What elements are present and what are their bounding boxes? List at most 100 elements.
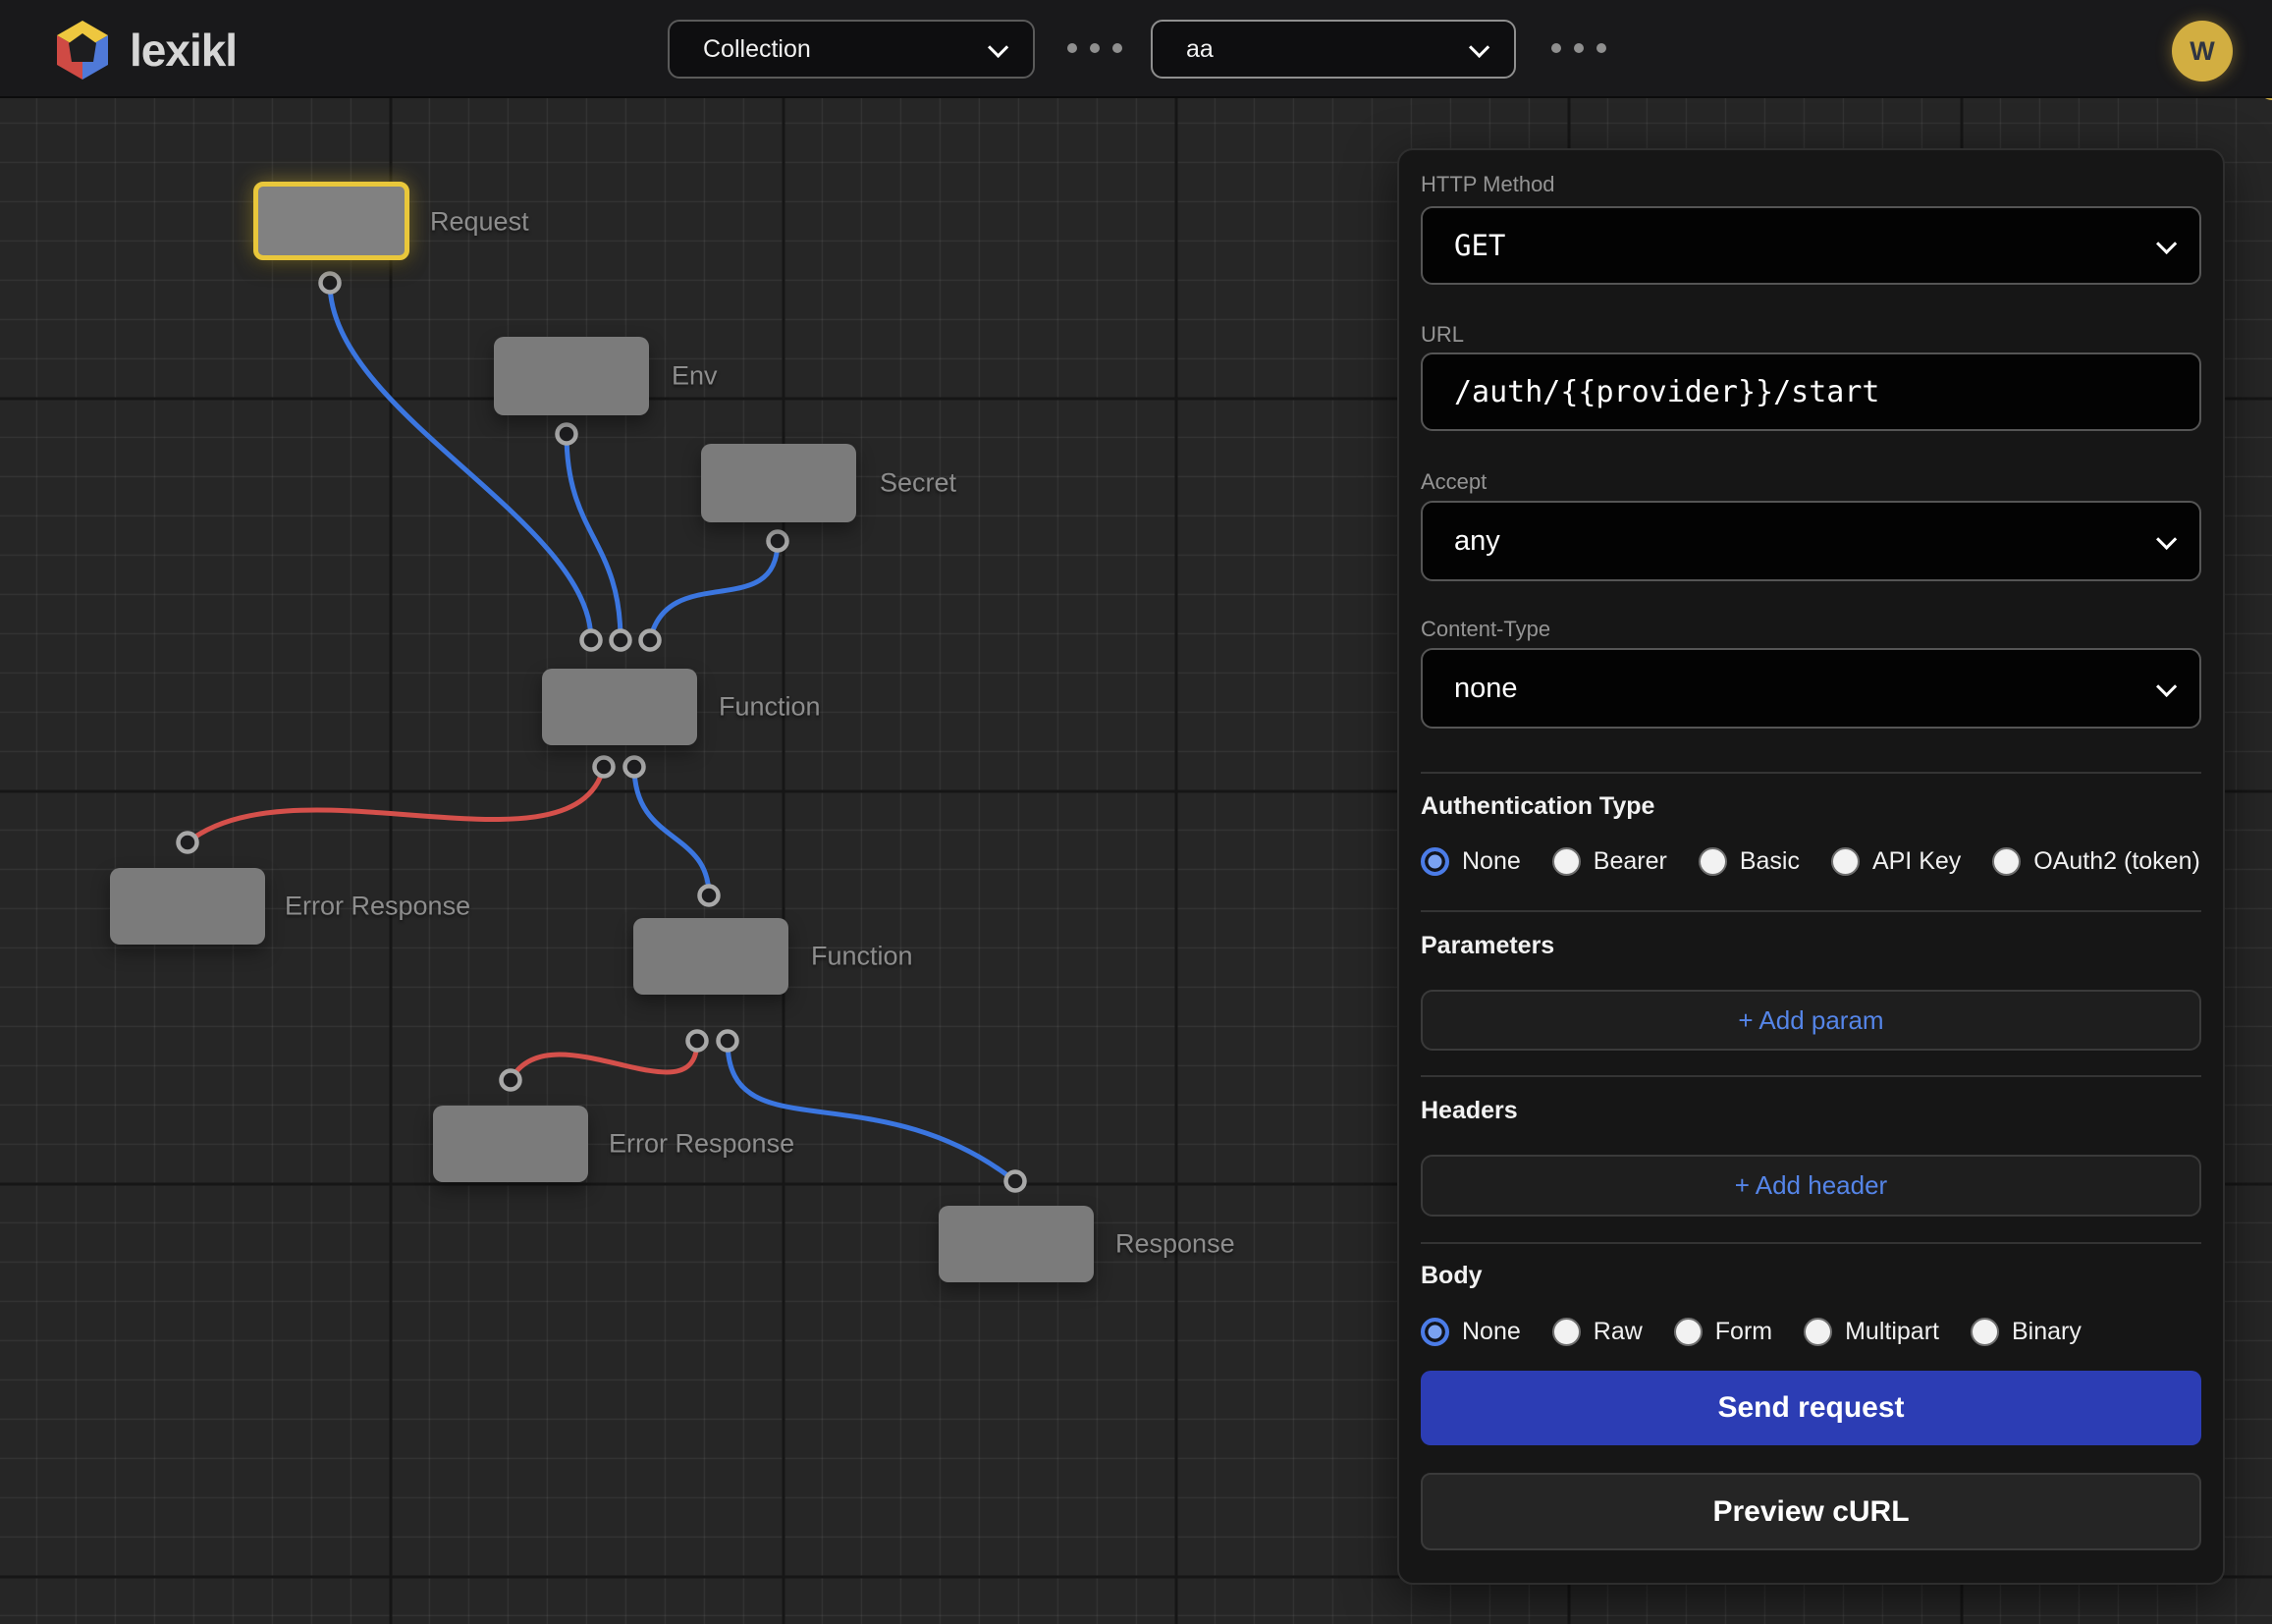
collection-dropdown-value: Collection xyxy=(703,35,811,64)
node-label-function2: Function xyxy=(811,942,913,972)
body-radio-raw[interactable]: Raw xyxy=(1552,1318,1643,1346)
connection-port[interactable] xyxy=(719,1032,737,1051)
url-input[interactable]: /auth/{{provider}}/start xyxy=(1421,352,2201,431)
user-avatar[interactable]: W xyxy=(2172,21,2233,81)
body-radio-label: Raw xyxy=(1594,1318,1643,1346)
connection-port[interactable] xyxy=(1006,1172,1025,1191)
preview-curl-button[interactable]: Preview cURL xyxy=(1421,1473,2201,1550)
auth-radio-basic[interactable]: Basic xyxy=(1699,847,1800,876)
send-request-button[interactable]: Send request xyxy=(1421,1371,2201,1445)
collection-overflow-menu-button[interactable] xyxy=(1067,43,1122,53)
node-label-response: Response xyxy=(1115,1229,1235,1260)
radio-icon xyxy=(1421,1318,1449,1346)
edge-curve xyxy=(634,767,709,895)
url-value: /auth/{{provider}}/start xyxy=(1454,375,1879,409)
body-radio-label: Multipart xyxy=(1845,1318,1939,1346)
connection-port[interactable] xyxy=(641,631,660,650)
connection-port[interactable] xyxy=(700,887,719,905)
auth-radio-bearer[interactable]: Bearer xyxy=(1552,847,1667,876)
radio-icon xyxy=(1992,847,2021,876)
chevron-down-icon xyxy=(2156,676,2177,696)
auth-radio-none[interactable]: None xyxy=(1421,847,1521,876)
connection-port[interactable] xyxy=(558,425,576,444)
http-method-select[interactable]: GET xyxy=(1421,206,2201,285)
node-label-error2: Error Response xyxy=(609,1129,794,1160)
radio-icon xyxy=(1552,847,1581,876)
auth-radio-api-key[interactable]: API Key xyxy=(1831,847,1961,876)
body-label: Body xyxy=(1421,1262,2201,1290)
connection-port[interactable] xyxy=(179,834,197,852)
node-error1[interactable] xyxy=(110,868,265,945)
auth-radio-label: Basic xyxy=(1740,847,1800,876)
auth-radio-label: None xyxy=(1462,847,1521,876)
body-radio-form[interactable]: Form xyxy=(1674,1318,1772,1346)
connection-port[interactable] xyxy=(582,631,601,650)
node-request[interactable] xyxy=(253,182,409,260)
node-function2[interactable] xyxy=(633,918,788,995)
edge-curve xyxy=(728,1041,1015,1181)
node-label-request: Request xyxy=(430,207,529,238)
radio-icon xyxy=(1674,1318,1703,1346)
radio-icon xyxy=(1699,847,1727,876)
connection-port[interactable] xyxy=(688,1032,707,1051)
connection-port[interactable] xyxy=(595,758,614,777)
chevron-down-icon xyxy=(1469,36,1489,57)
collection-dropdown[interactable]: Collection xyxy=(668,20,1035,79)
body-radio-label: Binary xyxy=(2012,1318,2082,1346)
node-response[interactable] xyxy=(939,1206,1094,1282)
radio-icon xyxy=(1552,1318,1581,1346)
edge-curve xyxy=(650,541,778,640)
edge-curve xyxy=(567,434,621,640)
node-label-env: Env xyxy=(672,361,718,392)
body-radio-binary[interactable]: Binary xyxy=(1971,1318,2082,1346)
chevron-down-icon xyxy=(2156,233,2177,253)
body-radio-label: None xyxy=(1462,1318,1521,1346)
chevron-down-icon xyxy=(988,36,1008,57)
flow-dropdown-value: aa xyxy=(1186,35,1214,64)
body-radio-group: None Raw Form Multipart Binary xyxy=(1421,1318,2201,1346)
node-function1[interactable] xyxy=(542,669,697,745)
auth-radio-label: OAuth2 (token) xyxy=(2033,847,2200,876)
http-method-label: HTTP Method xyxy=(1421,172,2201,197)
dot-icon xyxy=(1596,43,1606,53)
node-env[interactable] xyxy=(494,337,649,415)
brand[interactable]: lexikl xyxy=(55,20,237,81)
chevron-down-icon xyxy=(2156,528,2177,549)
accept-value: any xyxy=(1454,525,1500,558)
auth-type-label: Authentication Type xyxy=(1421,792,2201,821)
radio-icon xyxy=(1421,847,1449,876)
content-type-select[interactable]: none xyxy=(1421,648,2201,729)
add-param-button[interactable]: + Add param xyxy=(1421,990,2201,1051)
http-method-value: GET xyxy=(1454,229,1505,262)
dot-icon xyxy=(1067,43,1077,53)
connection-port[interactable] xyxy=(625,758,644,777)
headers-label: Headers xyxy=(1421,1097,2201,1125)
node-label-error1: Error Response xyxy=(285,892,470,922)
top-bar: lexikl Collection aa W xyxy=(0,0,2272,98)
connection-port[interactable] xyxy=(502,1071,520,1090)
auth-radio-oauth2-token-[interactable]: OAuth2 (token) xyxy=(1992,847,2200,876)
connection-port[interactable] xyxy=(321,274,340,293)
request-config-panel: HTTP Method GET URL /auth/{{provider}}/s… xyxy=(1397,148,2225,1585)
body-radio-none[interactable]: None xyxy=(1421,1318,1521,1346)
divider xyxy=(1421,1242,2201,1244)
body-radio-label: Form xyxy=(1715,1318,1772,1346)
add-header-button[interactable]: + Add header xyxy=(1421,1155,2201,1217)
dot-icon xyxy=(1574,43,1584,53)
connection-port[interactable] xyxy=(769,532,787,551)
url-label: URL xyxy=(1421,322,2201,348)
connection-port[interactable] xyxy=(612,631,630,650)
divider xyxy=(1421,910,2201,912)
node-label-secret: Secret xyxy=(880,468,956,499)
content-type-value: none xyxy=(1454,673,1518,705)
dot-icon xyxy=(1551,43,1561,53)
content-type-label: Content-Type xyxy=(1421,617,2201,642)
node-secret[interactable] xyxy=(701,444,856,522)
auth-type-radio-group: None Bearer Basic API Key OAuth2 (token) xyxy=(1421,847,2201,876)
accept-select[interactable]: any xyxy=(1421,501,2201,581)
flow-overflow-menu-button[interactable] xyxy=(1551,43,1606,53)
body-radio-multipart[interactable]: Multipart xyxy=(1804,1318,1939,1346)
divider xyxy=(1421,772,2201,774)
flow-dropdown[interactable]: aa xyxy=(1151,20,1516,79)
node-error2[interactable] xyxy=(433,1106,588,1182)
